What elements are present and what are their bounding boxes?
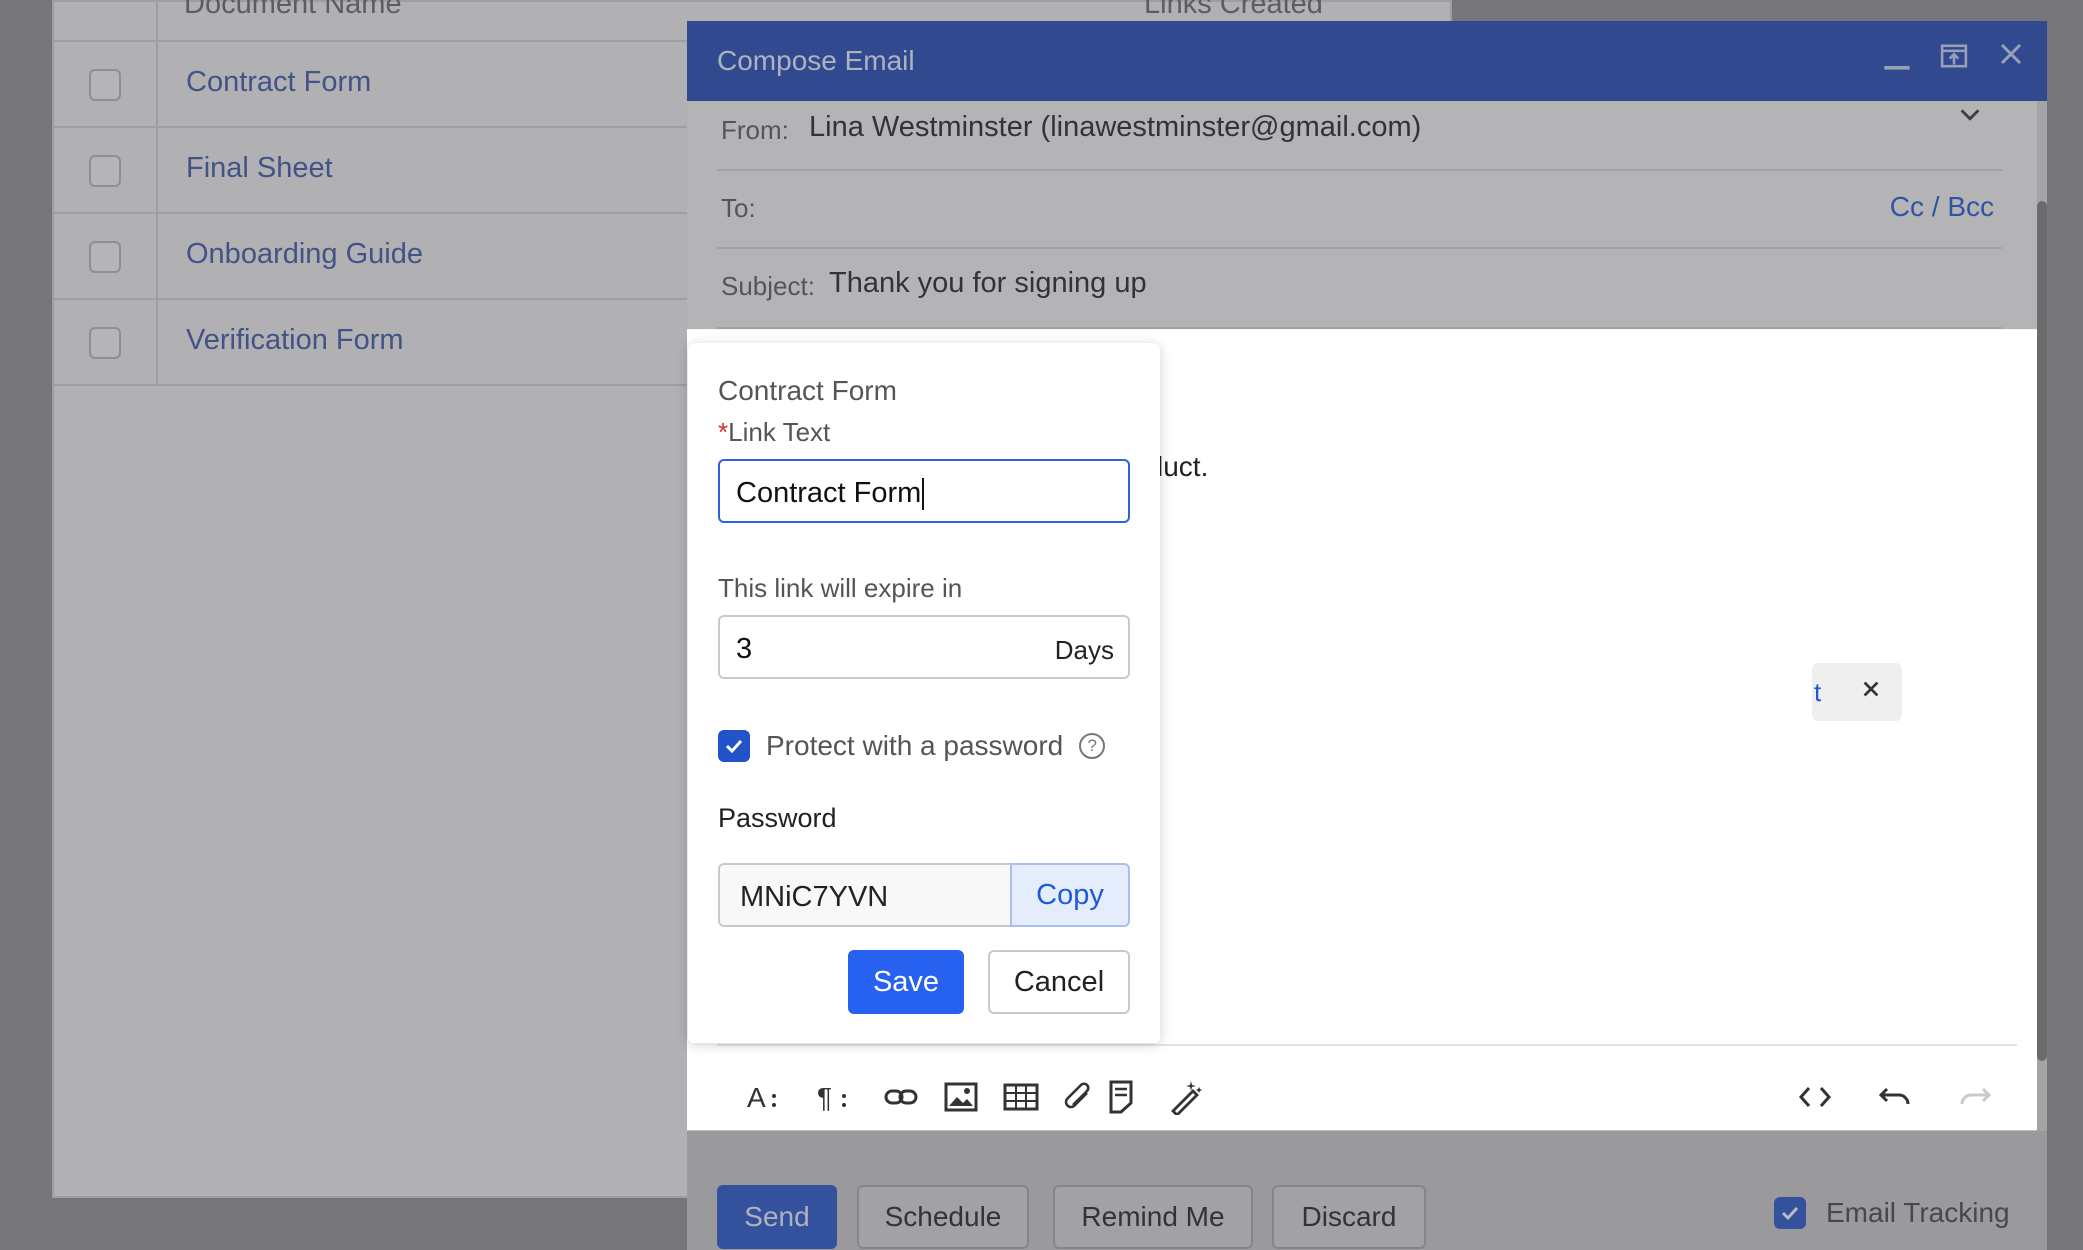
popup-title: Contract Form	[718, 375, 897, 406]
svg-text:A: A	[747, 1082, 766, 1113]
protect-password-option[interactable]: Protect with a password ?	[718, 730, 1106, 762]
inserted-link-chip[interactable]: t	[1812, 663, 1902, 721]
toolbar-divider	[717, 1044, 2017, 1046]
link-settings-popup: Contract Form *Link Text Contract Form T…	[688, 343, 1160, 1043]
help-icon[interactable]: ?	[1079, 733, 1106, 759]
password-group: MNiC7YVN Copy	[718, 863, 1130, 927]
insert-table-icon[interactable]	[993, 1069, 1049, 1125]
insert-link-icon[interactable]	[873, 1069, 929, 1125]
password-value: MNiC7YVN	[740, 881, 889, 913]
template-icon[interactable]	[1093, 1069, 1149, 1125]
link-text-input[interactable]: Contract Form	[718, 459, 1130, 523]
chip-label: t	[1814, 677, 1822, 707]
font-size-icon[interactable]: A	[735, 1069, 791, 1125]
redo-icon[interactable]	[1947, 1069, 2003, 1125]
save-button[interactable]: Save	[848, 950, 964, 1014]
link-text-value: Contract Form	[736, 477, 922, 509]
svg-text:¶: ¶	[817, 1082, 832, 1113]
protect-password-label: Protect with a password	[766, 730, 1064, 761]
expire-unit: Days	[1054, 635, 1114, 665]
expire-days-input[interactable]: 3 Days	[718, 615, 1130, 679]
password-label: Password	[718, 803, 837, 833]
cancel-button[interactable]: Cancel	[988, 950, 1130, 1014]
expire-value: 3	[736, 633, 753, 665]
undo-icon[interactable]	[1867, 1069, 1923, 1125]
paragraph-format-icon[interactable]: ¶	[805, 1069, 861, 1125]
copy-password-button[interactable]: Copy	[1010, 863, 1130, 927]
insert-image-icon[interactable]	[933, 1069, 989, 1125]
password-field[interactable]: MNiC7YVN	[718, 863, 1012, 927]
expire-label: This link will expire in	[718, 573, 963, 603]
ai-write-icon[interactable]	[1157, 1069, 1213, 1125]
close-icon[interactable]	[1860, 675, 1882, 707]
email-body-text[interactable]: luct.	[1157, 451, 1208, 483]
protect-password-checkbox[interactable]	[718, 730, 750, 762]
required-mark: *	[718, 417, 729, 447]
code-view-icon[interactable]	[1787, 1069, 1843, 1125]
link-text-label: *Link Text	[718, 417, 831, 447]
